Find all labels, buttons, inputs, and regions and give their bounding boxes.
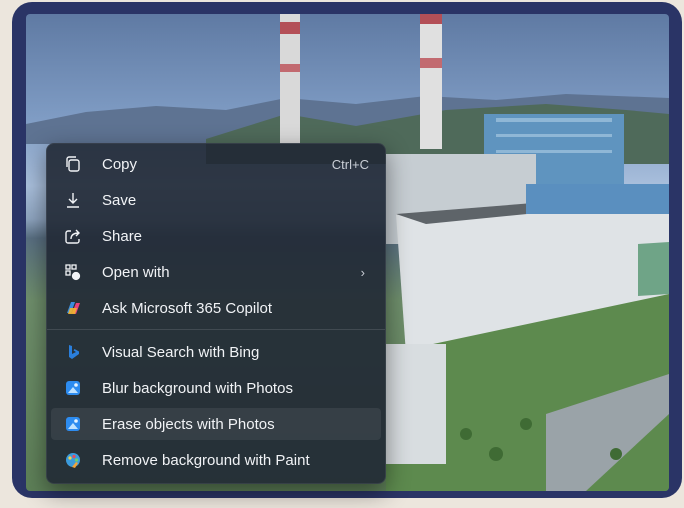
menu-item-label: Remove background with Paint bbox=[102, 451, 310, 469]
menu-item-label: Share bbox=[102, 227, 143, 245]
open-with-icon bbox=[63, 262, 83, 282]
menu-item-copy[interactable]: Copy Ctrl+C bbox=[51, 148, 381, 180]
menu-item-copilot[interactable]: Ask Microsoft 365 Copilot bbox=[51, 292, 381, 324]
chevron-right-icon: › bbox=[360, 264, 365, 280]
menu-item-remove-background[interactable]: Remove background with Paint bbox=[51, 444, 381, 476]
share-icon bbox=[63, 226, 83, 246]
paint-icon bbox=[63, 450, 83, 470]
download-icon bbox=[63, 190, 83, 210]
menu-item-label: Erase objects with Photos bbox=[102, 415, 275, 433]
copilot-icon bbox=[63, 298, 83, 318]
menu-item-label: Visual Search with Bing bbox=[102, 343, 260, 361]
menu-item-save[interactable]: Save bbox=[51, 184, 381, 216]
menu-item-label: Save bbox=[102, 191, 137, 209]
photos-icon bbox=[63, 414, 83, 434]
menu-item-share[interactable]: Share bbox=[51, 220, 381, 252]
copy-icon bbox=[63, 154, 83, 174]
menu-item-blur-background[interactable]: Blur background with Photos bbox=[51, 372, 381, 404]
shortcut-label: Ctrl+C bbox=[331, 156, 369, 172]
context-menu: Copy Ctrl+C Save Share Open with › Ask M… bbox=[46, 143, 386, 484]
menu-separator bbox=[47, 329, 385, 330]
menu-item-visual-search-bing[interactable]: Visual Search with Bing bbox=[51, 336, 381, 368]
menu-item-label: Open with bbox=[102, 263, 170, 281]
menu-item-label: Copy bbox=[102, 155, 138, 173]
menu-item-label: Ask Microsoft 365 Copilot bbox=[102, 299, 273, 317]
bing-icon bbox=[63, 342, 83, 362]
menu-item-label: Blur background with Photos bbox=[102, 379, 293, 397]
photos-icon bbox=[63, 378, 83, 398]
menu-item-erase-objects[interactable]: Erase objects with Photos bbox=[51, 408, 381, 440]
menu-item-open-with[interactable]: Open with › bbox=[51, 256, 381, 288]
